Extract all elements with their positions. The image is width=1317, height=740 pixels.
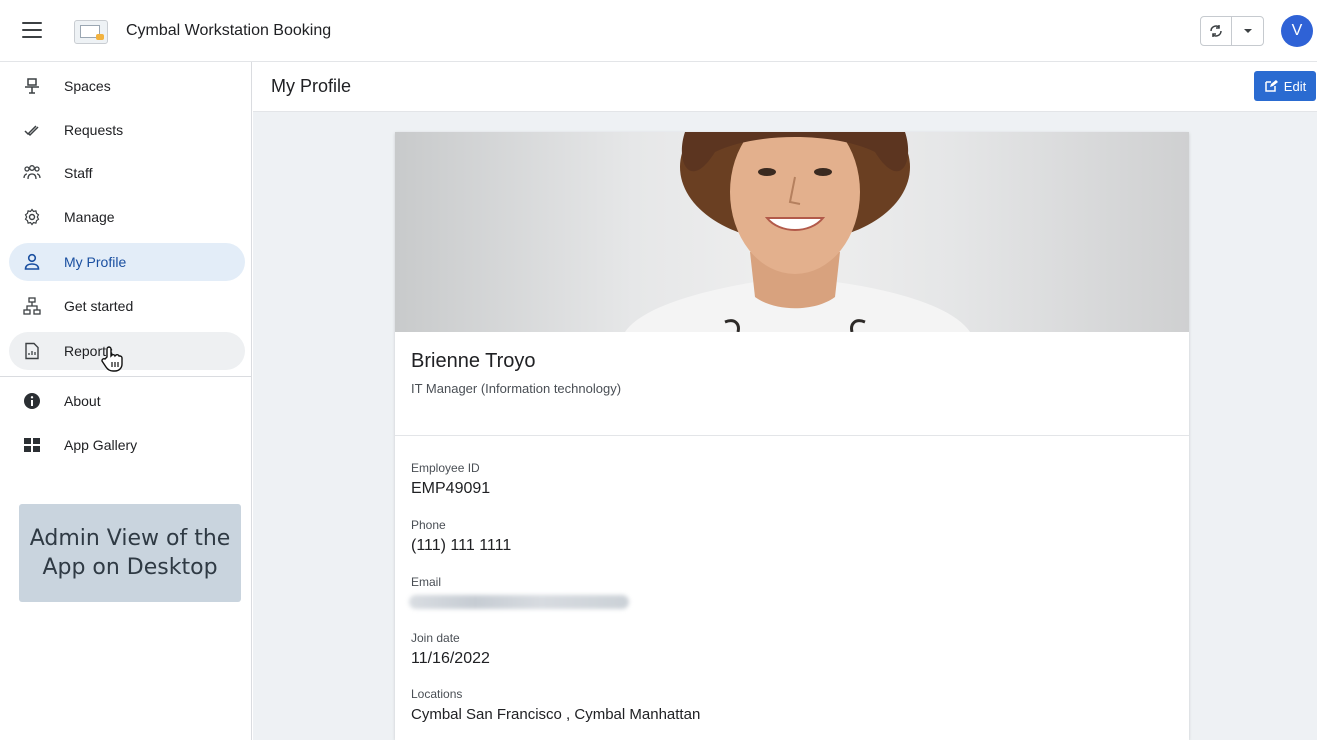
sidebar-nav: Spaces Requests Staff Manage My Profile … (0, 62, 252, 740)
page-title: My Profile (271, 76, 352, 96)
sidebar-item-label: Manage (64, 209, 115, 225)
callout-line-1: Admin View of the (29, 526, 231, 551)
employee-id-label: Employee ID (411, 461, 480, 475)
page-header: My Profile Edit (253, 62, 1317, 112)
group-icon (23, 164, 41, 182)
user-avatar[interactable]: V (1281, 15, 1313, 47)
person-icon (23, 253, 41, 271)
desk-icon (23, 77, 41, 95)
info-icon (23, 392, 41, 410)
sidebar-item-label: Reports (64, 343, 114, 359)
sidebar-item-manage[interactable]: Manage (9, 198, 245, 236)
email-value-redacted (409, 595, 629, 609)
sidebar-item-app-gallery[interactable]: App Gallery (9, 426, 245, 464)
employee-id-value: EMP49091 (411, 480, 491, 497)
phone-label: Phone (411, 518, 446, 532)
sidebar-item-staff[interactable]: Staff (9, 154, 245, 192)
sidebar-item-label: Spaces (64, 78, 111, 94)
caret-down-icon (1243, 29, 1252, 33)
sync-dropdown-button[interactable] (1232, 17, 1263, 45)
profile-name: Brienne Troyo (411, 350, 536, 372)
sidebar-item-about[interactable]: About (9, 382, 245, 420)
checkmarks-icon (23, 121, 41, 139)
email-label: Email (411, 575, 442, 589)
card-divider (395, 435, 1189, 436)
phone-value: (111) 111 1111 (411, 537, 512, 554)
sidebar-item-label: Requests (64, 122, 124, 138)
app-logo (74, 20, 108, 44)
sidebar-divider (0, 376, 251, 377)
sidebar-item-label: My Profile (64, 254, 127, 270)
sync-control (1200, 16, 1264, 46)
sidebar-item-label: About (64, 393, 101, 409)
profile-photo (395, 132, 1189, 332)
sidebar-item-label: App Gallery (64, 437, 138, 453)
grid-icon (23, 436, 41, 454)
sidebar-item-label: Staff (64, 165, 93, 181)
top-app-bar: Cymbal Workstation Booking V (0, 0, 1317, 62)
sidebar-item-label: Get started (64, 298, 134, 314)
profile-role: IT Manager (Information technology) (411, 381, 622, 396)
edit-icon (1265, 80, 1278, 92)
report-icon (23, 342, 41, 360)
app-title: Cymbal Workstation Booking (126, 22, 332, 39)
sync-icon (1210, 25, 1222, 37)
profile-card: Brienne Troyo IT Manager (Information te… (395, 132, 1189, 740)
main-content: My Profile Edit Brienne Troyo IT Manager… (253, 62, 1317, 740)
edit-button[interactable]: Edit (1254, 71, 1316, 101)
sidebar-item-requests[interactable]: Requests (9, 111, 245, 149)
join-date-value: 11/16/2022 (411, 650, 490, 667)
sync-button[interactable] (1201, 17, 1232, 45)
gear-icon (23, 208, 41, 226)
join-date-label: Join date (411, 631, 460, 645)
sidebar-item-spaces[interactable]: Spaces (9, 67, 245, 105)
sidebar-item-reports[interactable]: Reports (9, 332, 245, 370)
locations-label: Locations (411, 687, 463, 701)
sidebar-item-my-profile[interactable]: My Profile (9, 243, 245, 281)
callout-line-2: App on Desktop (42, 555, 218, 580)
edit-button-label: Edit (1283, 78, 1307, 94)
admin-view-callout: Admin View of the App on Desktop (19, 504, 241, 602)
sitemap-icon (23, 297, 41, 315)
menu-icon[interactable] (22, 22, 42, 38)
locations-value: Cymbal San Francisco , Cymbal Manhattan (411, 706, 701, 723)
sidebar-item-get-started[interactable]: Get started (9, 287, 245, 325)
